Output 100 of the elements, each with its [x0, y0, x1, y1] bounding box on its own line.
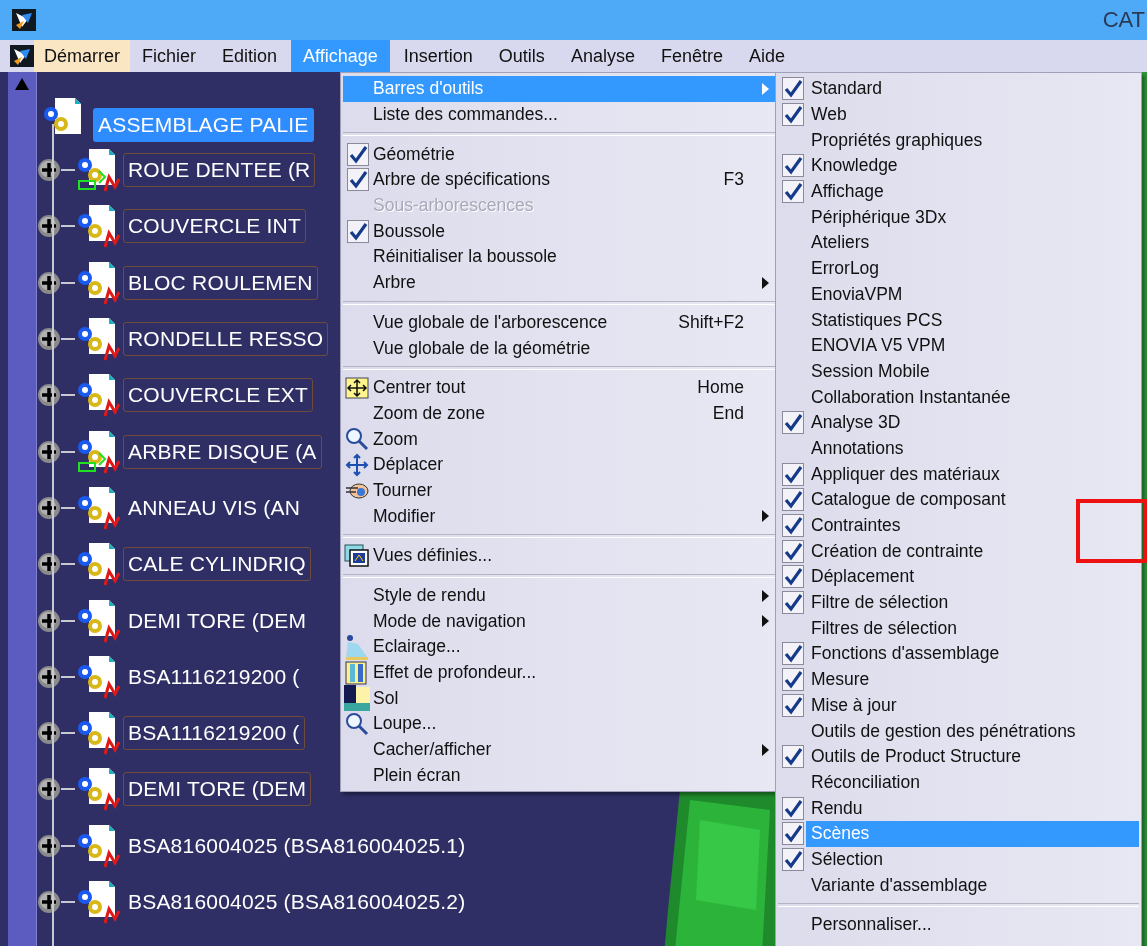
menu-item[interactable]: Statistiques PCS	[806, 307, 1139, 333]
expand-icon[interactable]	[37, 439, 61, 464]
menu-item[interactable]: Arbre de spécifications F3	[343, 167, 777, 193]
checkbox[interactable]	[781, 77, 804, 101]
menu-item[interactable]: Effet de profondeur...	[343, 659, 777, 686]
checkbox[interactable]	[781, 591, 804, 615]
menu-item[interactable]: Sol	[343, 685, 777, 712]
checkbox[interactable]	[781, 514, 804, 538]
checkbox[interactable]	[781, 642, 804, 666]
menu-item[interactable]: Mesure	[806, 666, 1139, 693]
checkbox[interactable]	[346, 142, 369, 166]
tree-item[interactable]: BSA816004025 (BSA816004025.2)	[123, 885, 471, 919]
checkbox[interactable]	[781, 154, 804, 178]
expand-icon[interactable]	[37, 721, 61, 746]
expand-icon[interactable]	[37, 833, 61, 858]
menu-item[interactable]: Mise à jour	[806, 692, 1139, 719]
menu-bar-item[interactable]: Fichier	[130, 40, 209, 72]
checkbox[interactable]	[781, 796, 804, 820]
menu-item[interactable]: Déplacer	[343, 451, 777, 478]
menu-item[interactable]: Tourner	[343, 477, 777, 504]
menu-item[interactable]: Filtre de sélection	[806, 589, 1139, 616]
menu-item[interactable]: Ateliers	[806, 230, 1139, 256]
expand-icon[interactable]	[37, 383, 61, 408]
menu-item[interactable]: Vue globale de l'arborescence Shift+F2	[343, 309, 777, 336]
menu-item[interactable]: Création de contrainte	[806, 538, 1139, 565]
menu-item[interactable]: Variante d'assemblage	[806, 872, 1139, 898]
menu-item[interactable]: Plein écran	[343, 762, 777, 789]
tree-item[interactable]: BLOC ROULEMEN	[123, 265, 318, 300]
menu-item[interactable]: Knowledge	[806, 153, 1139, 179]
menu-item[interactable]: Appliquer des matériaux	[806, 461, 1139, 487]
checkbox[interactable]	[346, 168, 369, 192]
menu-item[interactable]: Collaboration Instantanée	[806, 384, 1139, 410]
checkbox[interactable]	[781, 847, 804, 871]
tree-item[interactable]: ARBRE DISQUE (A	[123, 434, 322, 469]
checkbox[interactable]	[781, 822, 804, 846]
menu-item[interactable]: Outils de gestion des pénétrations	[806, 718, 1139, 744]
checkbox[interactable]	[781, 539, 804, 563]
menu-item[interactable]: Mode de navigation	[343, 608, 777, 635]
tree-item[interactable]: ROUE DENTEE (R	[123, 153, 316, 188]
checkbox[interactable]	[781, 411, 804, 435]
tree-item[interactable]: DEMI TORE (DEM	[123, 603, 312, 638]
expand-icon[interactable]	[37, 890, 61, 914]
expand-icon[interactable]	[37, 495, 61, 520]
menu-item[interactable]: ErrorLog	[806, 255, 1139, 282]
menu-item[interactable]: Modifier	[343, 503, 777, 529]
expand-icon[interactable]	[37, 158, 61, 183]
tree-item[interactable]: COUVERCLE EXT	[123, 378, 313, 413]
menu-item[interactable]: Zoom	[343, 426, 777, 452]
checkbox[interactable]	[781, 745, 804, 769]
menu-bar-item[interactable]: Edition	[210, 40, 290, 72]
menu-item[interactable]: Vue globale de la géométrie	[343, 335, 777, 361]
menu-item[interactable]: Liste des commandes...	[343, 101, 777, 128]
checkbox[interactable]	[781, 693, 804, 717]
menu-item[interactable]: Affichage	[806, 178, 1139, 205]
menu-item[interactable]: ENOVIA V5 VPM	[806, 332, 1139, 359]
menu-item[interactable]: Déplacement	[806, 564, 1139, 590]
menu-bar-item[interactable]: Aide	[736, 40, 797, 72]
menu-bar-item[interactable]: Fenêtre	[648, 40, 735, 72]
menu-item[interactable]: Eclairage...	[343, 634, 777, 660]
expand-icon[interactable]	[37, 214, 61, 239]
menu-item[interactable]: Centrer tout Home	[343, 374, 777, 401]
menu-item[interactable]: Rendu	[806, 795, 1139, 821]
menu-item[interactable]: Contraintes	[806, 512, 1139, 539]
expand-icon[interactable]	[37, 664, 61, 689]
menu-item[interactable]: Arbre	[343, 269, 777, 296]
menu-item[interactable]: Outils de Product Structure	[806, 743, 1139, 770]
menu-item[interactable]: Fonctions d'assemblage	[806, 641, 1139, 667]
checkbox[interactable]	[781, 180, 804, 204]
checkbox[interactable]	[781, 565, 804, 589]
tree-item[interactable]: COUVERCLE INT	[123, 209, 306, 244]
menu-item[interactable]: Réconciliation	[806, 769, 1139, 796]
menu-item[interactable]: EnoviaVPM	[806, 281, 1139, 308]
scroll-up-icon[interactable]	[15, 78, 29, 90]
tree-item[interactable]: BSA816004025 (BSA816004025.1)	[123, 828, 471, 863]
menu-item[interactable]: Filtres de sélection	[806, 615, 1139, 642]
menu-item[interactable]: Propriétés graphiques	[806, 127, 1139, 154]
expand-icon[interactable]	[37, 327, 61, 352]
tree-item[interactable]: RONDELLE RESSO	[123, 322, 329, 357]
menu-item[interactable]: Périphérique 3Dx	[806, 204, 1139, 231]
checkbox[interactable]	[781, 462, 804, 486]
menu-item[interactable]: Analyse 3D	[806, 409, 1139, 436]
start-menu[interactable]: Démarrer	[34, 40, 130, 72]
menu-item[interactable]: Web	[806, 101, 1139, 128]
menu-item[interactable]: Catalogue de composant	[806, 487, 1139, 513]
expand-icon[interactable]	[37, 270, 61, 295]
tree-item[interactable]: DEMI TORE (DEM	[123, 772, 312, 807]
menu-item[interactable]: Session Mobile	[806, 358, 1139, 385]
menu-item[interactable]: Zoom de zone End	[343, 400, 777, 427]
menu-item[interactable]: Vues définies...	[343, 543, 777, 569]
menu-item[interactable]: Personnaliser...	[806, 912, 1139, 938]
tree-item[interactable]: BSA1116219200 (	[123, 659, 305, 694]
menu-item[interactable]: Géométrie	[343, 141, 777, 168]
checkbox[interactable]	[781, 488, 804, 512]
tree-item[interactable]: BSA1116219200 (	[123, 716, 305, 751]
menu-item[interactable]: Réinitialiser la boussole	[343, 244, 777, 270]
expand-icon[interactable]	[37, 777, 61, 802]
expand-icon[interactable]	[37, 552, 61, 577]
tree-item[interactable]: ANNEAU VIS (AN	[123, 490, 305, 525]
menu-item[interactable]: Standard	[806, 76, 1139, 102]
menu-item[interactable]: Cacher/afficher	[343, 736, 777, 763]
